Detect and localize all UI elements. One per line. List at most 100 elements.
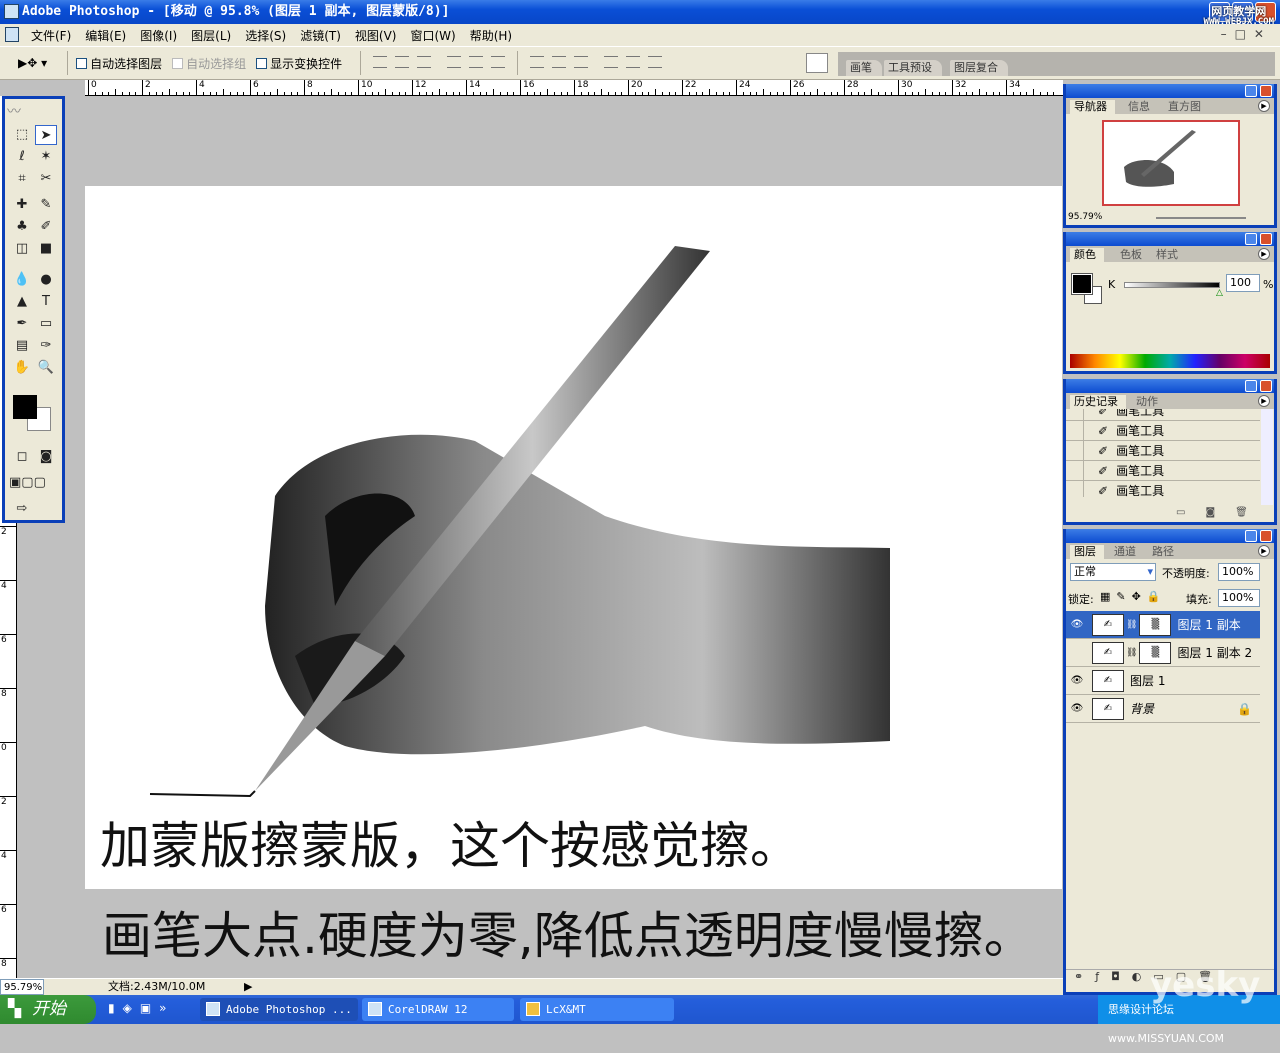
eye-icon[interactable]: 👁: [1066, 619, 1088, 630]
layer-thumbnail[interactable]: ✍: [1092, 697, 1124, 720]
color-ramp[interactable]: [1070, 354, 1270, 368]
well-tab-layer-comps[interactable]: 图层复合: [950, 60, 1008, 76]
tab-color[interactable]: 颜色: [1070, 248, 1104, 262]
tab-histogram[interactable]: 直方图: [1164, 100, 1209, 114]
close-icon[interactable]: [1260, 233, 1272, 245]
slider-handle-icon[interactable]: △: [1216, 288, 1223, 298]
tab-history[interactable]: 历史记录: [1070, 395, 1126, 409]
file-browser-icon[interactable]: [806, 53, 828, 73]
layer-row[interactable]: 👁 ✍ 背景 🔒: [1066, 695, 1260, 723]
show-transform-controls-checkbox[interactable]: 显示变换控件: [256, 55, 342, 72]
history-item[interactable]: ✐ 画笔工具: [1066, 461, 1260, 481]
panel-menu-icon[interactable]: ▶: [1258, 248, 1270, 260]
quick-mask-icon[interactable]: ◙: [35, 447, 57, 467]
tab-swatches[interactable]: 色板: [1116, 248, 1150, 262]
foreground-color-swatch-top[interactable]: [13, 395, 37, 419]
foreground-color-swatch[interactable]: [1071, 273, 1093, 295]
tab-layers[interactable]: 图层: [1070, 545, 1104, 559]
healing-brush-tool-icon[interactable]: ✚: [11, 195, 33, 215]
eye-icon[interactable]: 👁: [1066, 675, 1088, 686]
pen-tool-icon[interactable]: ✒: [11, 314, 33, 334]
move-tool-icon[interactable]: ➤: [35, 125, 57, 145]
history-item[interactable]: ✐ 画笔工具: [1066, 421, 1260, 441]
jump-to-imageready-icon[interactable]: ⇨: [11, 499, 33, 519]
close-icon[interactable]: [1260, 85, 1272, 97]
layer-name[interactable]: 图层 1 副本: [1177, 616, 1240, 633]
minimize-icon[interactable]: [1245, 233, 1257, 245]
layer-thumbnail[interactable]: ✍: [1092, 613, 1124, 636]
layer-mask-thumbnail[interactable]: ▒: [1139, 613, 1172, 636]
link-icon[interactable]: ⛓: [1126, 648, 1137, 658]
move-tool-preset-icon[interactable]: ▶✥ ▾: [18, 56, 47, 70]
menu-select[interactable]: 选择(S): [238, 27, 293, 44]
dodge-tool-icon[interactable]: ●: [35, 270, 57, 290]
well-tab-tool-presets[interactable]: 工具预设: [884, 60, 942, 76]
brush-tool-icon[interactable]: ✎: [35, 195, 57, 215]
screen-mode-icons[interactable]: ▣▢▢: [9, 473, 46, 493]
tab-styles[interactable]: 样式: [1152, 248, 1186, 262]
panel-menu-icon[interactable]: ▶: [1258, 100, 1270, 112]
task-coreldraw[interactable]: CorelDRAW 12: [362, 998, 514, 1021]
link-icon[interactable]: ⛓: [1126, 620, 1137, 630]
menu-help[interactable]: 帮助(H): [463, 27, 519, 44]
zoom-tool-icon[interactable]: 🔍: [35, 358, 57, 378]
snapshot-source-box[interactable]: [1066, 441, 1084, 460]
minimize-icon[interactable]: [1245, 380, 1257, 392]
opacity-input[interactable]: 100%: [1218, 563, 1260, 581]
crop-tool-icon[interactable]: ⌗: [11, 169, 33, 189]
tab-channels[interactable]: 通道: [1110, 545, 1144, 559]
history-footer-icons[interactable]: ▭◙🗑: [1176, 507, 1268, 518]
menu-image[interactable]: 图像(I): [133, 27, 184, 44]
k-slider[interactable]: [1124, 282, 1220, 288]
close-icon[interactable]: [1260, 530, 1272, 542]
menu-edit[interactable]: 编辑(E): [78, 27, 133, 44]
eraser-tool-icon[interactable]: ◫: [11, 239, 33, 259]
standard-mode-icon[interactable]: ◻: [11, 447, 33, 467]
align-buttons[interactable]: [369, 55, 509, 71]
task-folder[interactable]: LcX&MT: [520, 998, 674, 1021]
marquee-tool-icon[interactable]: ⬚: [11, 125, 33, 145]
magic-wand-tool-icon[interactable]: ✶: [35, 147, 57, 167]
layer-name[interactable]: 背景: [1130, 700, 1154, 717]
minimize-icon[interactable]: [1245, 85, 1257, 97]
panel-menu-icon[interactable]: ▶: [1258, 545, 1270, 557]
layer-name[interactable]: 图层 1 副本 2: [1177, 644, 1252, 661]
layer-thumbnail[interactable]: ✍: [1092, 641, 1124, 664]
eyedropper-tool-icon[interactable]: ✑: [35, 336, 57, 356]
menu-file[interactable]: 文件(F): [24, 27, 78, 44]
panel-menu-icon[interactable]: ▶: [1258, 395, 1270, 407]
minimize-icon[interactable]: [1245, 530, 1257, 542]
status-menu-arrow-icon[interactable]: ▶: [244, 979, 252, 995]
close-icon[interactable]: [1260, 380, 1272, 392]
clone-stamp-tool-icon[interactable]: ♣: [11, 217, 33, 237]
blend-mode-select[interactable]: 正常 ▾: [1070, 563, 1156, 581]
snapshot-source-box[interactable]: [1066, 481, 1084, 497]
notes-tool-icon[interactable]: ▤: [11, 336, 33, 356]
layer-name[interactable]: 图层 1: [1130, 672, 1165, 689]
menu-view[interactable]: 视图(V): [348, 27, 404, 44]
start-button[interactable]: ▚ 开始: [0, 995, 96, 1024]
auto-select-layer-checkbox[interactable]: 自动选择图层: [76, 55, 162, 72]
hand-tool-icon[interactable]: ✋: [11, 358, 33, 378]
history-scrollbar[interactable]: [1261, 409, 1273, 505]
tab-paths[interactable]: 路径: [1148, 545, 1182, 559]
task-photoshop[interactable]: Adobe Photoshop ...: [200, 998, 358, 1021]
distribute-buttons[interactable]: [526, 55, 666, 71]
well-tab-brushes[interactable]: 画笔: [846, 60, 882, 76]
gradient-tool-icon[interactable]: ■: [35, 239, 57, 259]
zoom-field[interactable]: 95.79%: [0, 979, 44, 995]
type-tool-icon[interactable]: T: [35, 292, 57, 312]
history-item[interactable]: ✐ 画笔工具: [1066, 441, 1260, 461]
path-selection-tool-icon[interactable]: ▲: [11, 292, 33, 312]
layer-mask-thumbnail[interactable]: ▒: [1139, 641, 1172, 664]
tab-info[interactable]: 信息: [1124, 100, 1158, 114]
menu-layer[interactable]: 图层(L): [184, 27, 238, 44]
snapshot-source-box[interactable]: [1066, 461, 1084, 480]
slice-tool-icon[interactable]: ✂: [35, 169, 57, 189]
navigator-preview[interactable]: [1102, 120, 1240, 206]
snapshot-source-box[interactable]: [1066, 421, 1084, 440]
lasso-tool-icon[interactable]: ℓ: [11, 147, 33, 167]
navigator-zoom[interactable]: 95.79%: [1068, 212, 1102, 222]
eye-icon[interactable]: 👁: [1066, 703, 1088, 714]
fill-input[interactable]: 100%: [1218, 589, 1260, 607]
